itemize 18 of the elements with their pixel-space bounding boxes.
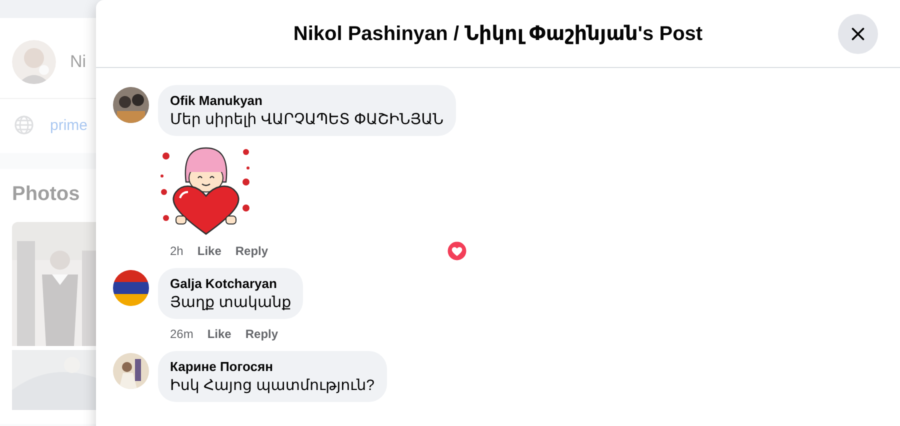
comment-time[interactable]: 26m	[170, 327, 194, 341]
close-icon	[851, 27, 865, 41]
author-name[interactable]: Galja Kotcharyan	[170, 276, 292, 291]
author-name[interactable]: Ofik Manukyan	[170, 93, 444, 108]
comment-text: Յաղք տականք	[170, 293, 292, 311]
like-link[interactable]: Like	[197, 244, 222, 258]
like-link[interactable]: Like	[207, 327, 232, 341]
globe-icon	[14, 115, 34, 135]
comment-text: Իսկ Հայոց պատմություն?	[170, 376, 375, 394]
photos-heading: Photos	[12, 183, 81, 206]
reply-link[interactable]: Reply	[235, 244, 268, 258]
reply-link[interactable]: Reply	[245, 327, 278, 341]
heart-reaction-icon[interactable]	[446, 240, 468, 262]
close-button[interactable]	[838, 14, 878, 54]
author-name[interactable]: Карине Погосян	[170, 359, 375, 374]
comment-time[interactable]: 2h	[170, 244, 184, 258]
dialog-title: Nikol Pashinyan / Նիկոլ Փաշինյան's Post	[293, 22, 703, 46]
comment-text: Մեր սիրելի ՎԱՐՉԱՊԵՏ ՓԱՇԻՆՅԱՆ	[170, 110, 444, 128]
